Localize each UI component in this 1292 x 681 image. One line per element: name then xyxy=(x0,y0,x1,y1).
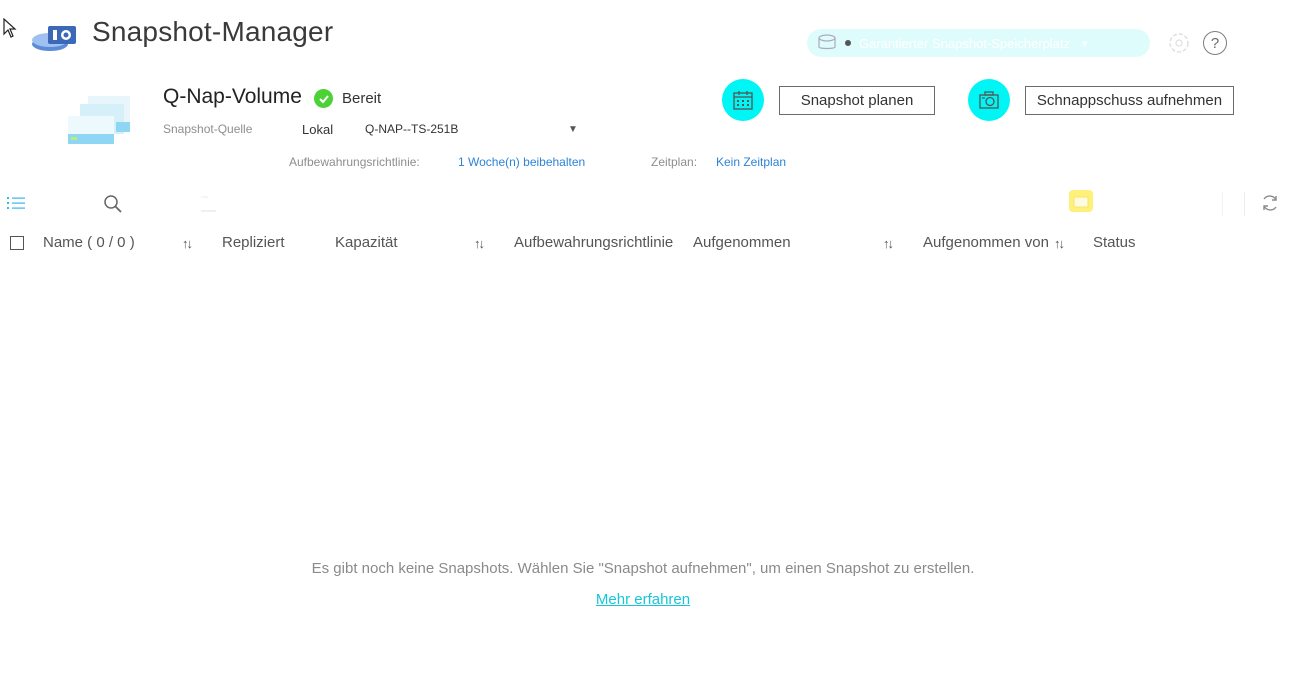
select-all-checkbox[interactable] xyxy=(10,236,24,250)
column-header-name[interactable]: Name ( 0 / 0 ) xyxy=(43,234,135,251)
folder-icon[interactable] xyxy=(1069,190,1093,212)
column-header-replicated: Repliziert xyxy=(222,234,285,251)
chevron-down-icon: ▾ xyxy=(1082,37,1088,50)
status-dot xyxy=(845,40,851,46)
chevron-down-icon[interactable]: ▼ xyxy=(568,124,578,135)
schedule-link[interactable]: Kein Zeitplan xyxy=(716,155,786,169)
empty-state-message: Es gibt noch keine Snapshots. Wählen Sie… xyxy=(311,560,975,577)
sort-icon[interactable]: ↑↓ xyxy=(182,236,193,251)
column-header-status: Status xyxy=(1093,234,1136,251)
column-header-taken-by[interactable]: Aufgenommen von xyxy=(923,234,1051,251)
schedule-label: Zeitplan: xyxy=(651,155,698,169)
retention-label: Aufbewahrungsrichtlinie: xyxy=(289,155,420,169)
learn-more-link[interactable]: Mehr erfahren xyxy=(0,591,1286,608)
toolbar-divider xyxy=(1244,192,1245,216)
help-icon[interactable]: ? xyxy=(1203,31,1227,55)
list-view-icon[interactable] xyxy=(7,195,25,211)
search-icon[interactable] xyxy=(103,194,123,214)
filter-icon[interactable] xyxy=(199,195,217,213)
space-pill-label: Garantierter Snapshot-Speicherplatz xyxy=(859,35,1071,51)
column-header-retention: Aufbewahrungsrichtlinie xyxy=(514,234,674,251)
settings-icon[interactable] xyxy=(1166,30,1192,56)
camera-icon[interactable] xyxy=(968,79,1010,121)
column-header-capacity[interactable]: Kapazität xyxy=(335,234,398,251)
refresh-icon[interactable] xyxy=(1260,193,1280,213)
source-device[interactable]: Q-NAP--TS-251B xyxy=(365,122,458,136)
source-type: Lokal xyxy=(302,122,334,137)
database-icon xyxy=(818,34,836,50)
volume-name: Q-Nap-Volume xyxy=(163,85,302,108)
sort-icon[interactable]: ↑↓ xyxy=(1054,236,1065,251)
sort-icon[interactable]: ↑↓ xyxy=(474,236,485,251)
check-icon xyxy=(314,89,333,108)
source-label: Snapshot-Quelle xyxy=(163,122,253,136)
take-snapshot-button[interactable]: Schnappschuss aufnehmen xyxy=(1025,86,1234,115)
column-header-taken[interactable]: Aufgenommen xyxy=(693,234,791,251)
guaranteed-space-dropdown[interactable]: Garantierter Snapshot-Speicherplatz ▾ xyxy=(807,29,1150,57)
sort-icon[interactable]: ↑↓ xyxy=(883,236,894,251)
schedule-snapshot-button[interactable]: Snapshot planen xyxy=(779,86,935,115)
page-title: Snapshot-Manager xyxy=(92,16,334,47)
retention-link[interactable]: 1 Woche(n) beibehalten xyxy=(458,155,585,169)
app-logo-icon xyxy=(32,26,76,51)
calendar-icon[interactable] xyxy=(722,79,764,121)
status-text: Bereit xyxy=(342,90,382,107)
toolbar-divider xyxy=(1222,192,1223,216)
volume-icon xyxy=(68,96,130,144)
cursor-icon xyxy=(3,18,17,38)
